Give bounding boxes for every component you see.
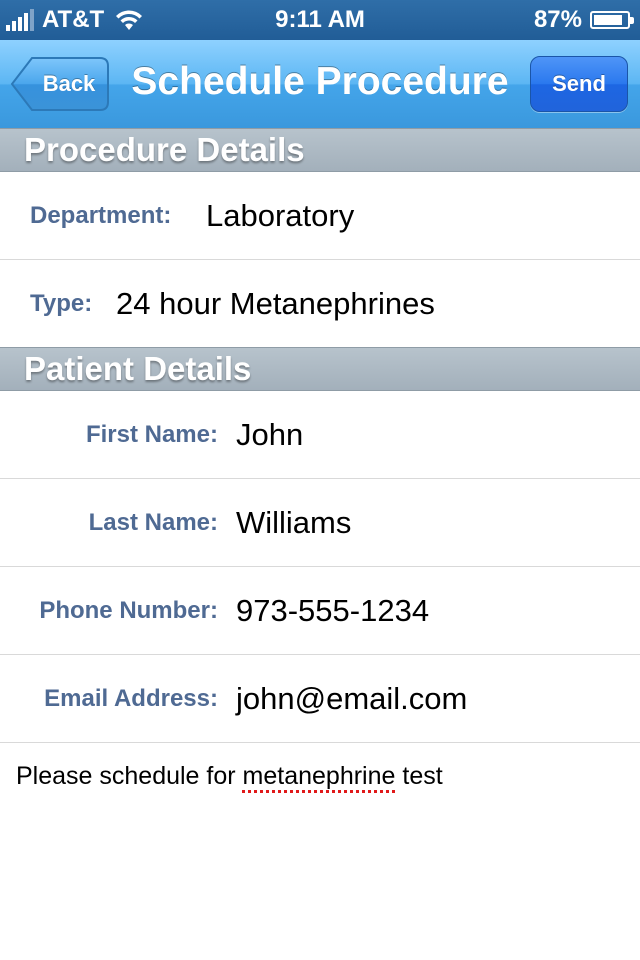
- status-right: 87%: [533, 6, 634, 34]
- email-address-row: Email Address: john@email.com: [0, 655, 640, 743]
- email-address-label: Email Address:: [44, 685, 218, 712]
- phone-number-row: Phone Number: 973-555-1234: [0, 567, 640, 655]
- navigation-bar: Back Schedule Procedure Send: [0, 40, 640, 129]
- battery-level-fill: [594, 15, 622, 25]
- send-button[interactable]: Send: [530, 56, 628, 112]
- back-button[interactable]: Back: [10, 56, 110, 112]
- first-name-field[interactable]: John: [236, 391, 303, 479]
- section-header-patient-details: Patient Details: [0, 347, 640, 391]
- email-address-field[interactable]: john@email.com: [236, 655, 467, 743]
- first-name-label: First Name:: [85, 421, 218, 448]
- notes-textarea[interactable]: Please schedule for metanephrine test: [16, 762, 443, 791]
- department-value: Laboratory: [206, 198, 355, 233]
- last-name-label: Last Name:: [88, 509, 218, 536]
- type-value: 24 hour Metanephrines: [116, 286, 435, 321]
- type-label: Type:: [30, 290, 93, 317]
- misspelled-word: metanephrine: [242, 762, 396, 790]
- first-name-row: First Name: John: [0, 391, 640, 479]
- notes-text-start: Please schedule for: [16, 762, 243, 790]
- department-label: Department:: [30, 202, 172, 229]
- type-row[interactable]: Type: 24 hour Metanephrines: [0, 260, 640, 348]
- battery-percent: 87%: [533, 6, 582, 33]
- battery-icon: [590, 11, 634, 29]
- section-header-procedure-details: Procedure Details: [0, 128, 640, 172]
- department-row[interactable]: Department: Laboratory: [0, 172, 640, 260]
- status-bar: AT&T 9:11 AM 87%: [0, 0, 640, 40]
- last-name-field[interactable]: Williams: [236, 479, 351, 567]
- back-button-label: Back: [42, 71, 96, 96]
- page-title: Schedule Procedure: [131, 60, 509, 103]
- notes-text-end: test: [395, 762, 443, 790]
- phone-number-label: Phone Number:: [39, 597, 218, 624]
- phone-number-field[interactable]: 973-555-1234: [236, 567, 429, 655]
- last-name-row: Last Name: Williams: [0, 479, 640, 567]
